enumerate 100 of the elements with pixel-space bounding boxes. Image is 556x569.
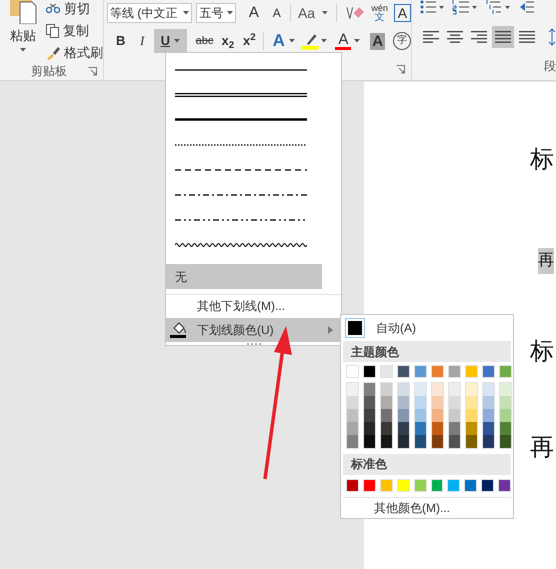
color-swatch[interactable] xyxy=(448,364,461,378)
color-swatch[interactable] xyxy=(432,396,443,409)
color-swatch[interactable] xyxy=(483,396,494,409)
bullet-list-icon[interactable] xyxy=(420,0,444,15)
color-swatch[interactable] xyxy=(364,434,375,448)
color-swatch[interactable] xyxy=(398,434,409,448)
color-swatch[interactable] xyxy=(364,382,375,396)
color-swatch[interactable] xyxy=(498,478,512,492)
eraser-icon[interactable] xyxy=(346,5,366,21)
color-swatch[interactable] xyxy=(414,364,427,378)
color-swatch[interactable] xyxy=(432,408,443,422)
color-swatch[interactable] xyxy=(415,434,426,448)
font-name-combo[interactable]: 等线 (中文正 xyxy=(107,3,192,23)
color-swatch[interactable] xyxy=(430,478,444,492)
color-swatch[interactable] xyxy=(347,408,358,422)
color-swatch[interactable] xyxy=(466,382,477,396)
color-swatch[interactable] xyxy=(466,408,477,422)
change-case-button[interactable]: Aa xyxy=(295,2,318,24)
color-swatch[interactable] xyxy=(415,422,426,435)
color-swatch[interactable] xyxy=(499,364,512,378)
color-swatch[interactable] xyxy=(364,396,375,409)
color-swatch[interactable] xyxy=(432,382,443,396)
color-swatch[interactable] xyxy=(414,478,427,492)
color-swatch[interactable] xyxy=(432,434,443,448)
grow-font-button[interactable]: A xyxy=(244,2,264,24)
bold-button[interactable]: B xyxy=(111,31,130,51)
character-border-button[interactable]: A xyxy=(394,4,412,22)
color-swatch[interactable] xyxy=(483,434,494,448)
phonetic-guide-button[interactable]: wén 文 xyxy=(371,4,388,22)
font-color-button[interactable]: A xyxy=(334,32,352,50)
color-swatch[interactable] xyxy=(449,434,460,448)
color-swatch[interactable] xyxy=(381,422,392,435)
color-swatch[interactable] xyxy=(346,364,359,378)
color-swatch[interactable] xyxy=(449,422,460,435)
color-swatch[interactable] xyxy=(347,434,358,448)
subscript-button[interactable]: x$_{2}$ xyxy=(218,31,238,51)
color-swatch[interactable] xyxy=(398,408,409,422)
numbered-list-icon[interactable] xyxy=(452,0,478,15)
paintbrush-icon[interactable] xyxy=(46,46,60,60)
color-swatch[interactable] xyxy=(500,434,511,448)
color-swatch[interactable] xyxy=(347,422,358,435)
color-swatch[interactable] xyxy=(397,364,410,378)
color-swatch[interactable] xyxy=(415,396,426,409)
color-swatch[interactable] xyxy=(449,408,460,422)
underline-button[interactable]: U xyxy=(154,29,187,53)
color-swatch[interactable] xyxy=(364,408,375,422)
paste-icon[interactable] xyxy=(8,0,38,24)
color-swatch[interactable] xyxy=(380,364,393,378)
italic-button[interactable]: I xyxy=(132,31,152,51)
format-painter-label[interactable]: 格式刷 xyxy=(64,43,103,63)
scissors-icon[interactable] xyxy=(46,4,60,14)
color-swatch[interactable] xyxy=(449,382,460,396)
color-swatch[interactable] xyxy=(347,382,358,396)
more-underlines-option[interactable]: 其他下划线(M)... xyxy=(166,294,341,318)
dialog-launcher-icon[interactable] xyxy=(88,66,97,76)
color-swatch[interactable] xyxy=(483,422,494,435)
color-swatch[interactable] xyxy=(431,364,444,378)
cut-label[interactable]: 剪切 xyxy=(64,0,90,19)
color-swatch[interactable] xyxy=(398,422,409,435)
color-swatch[interactable] xyxy=(380,478,393,492)
color-swatch[interactable] xyxy=(464,478,478,492)
color-swatch[interactable] xyxy=(415,408,426,422)
color-swatch[interactable] xyxy=(482,364,495,378)
color-swatch[interactable] xyxy=(481,478,494,492)
text-effects-button[interactable]: A xyxy=(270,28,288,54)
shrink-font-button[interactable]: A xyxy=(267,4,286,22)
color-swatch[interactable] xyxy=(500,422,511,435)
color-swatch[interactable] xyxy=(381,396,392,409)
color-swatch[interactable] xyxy=(381,408,392,422)
multilevel-list-icon[interactable] xyxy=(486,0,512,15)
paste-label[interactable]: 粘贴 xyxy=(10,29,36,42)
copy-icon[interactable] xyxy=(46,24,59,38)
dialog-launcher-icon[interactable] xyxy=(396,65,405,74)
color-swatch[interactable] xyxy=(381,382,392,396)
color-swatch[interactable] xyxy=(500,396,511,409)
line-spacing-icon[interactable] xyxy=(548,28,556,46)
no-underline-option[interactable]: 无 xyxy=(166,264,322,289)
color-swatch[interactable] xyxy=(346,478,359,492)
color-swatch[interactable] xyxy=(381,434,392,448)
color-swatch[interactable] xyxy=(483,408,494,422)
color-swatch[interactable] xyxy=(396,478,410,492)
color-swatch[interactable] xyxy=(483,382,494,396)
underline-color-option[interactable]: 下划线颜色(U) xyxy=(166,318,341,342)
decrease-indent-icon[interactable] xyxy=(520,0,534,15)
color-swatch[interactable] xyxy=(362,478,376,492)
color-swatch[interactable] xyxy=(466,422,477,435)
automatic-color-option[interactable]: 自动(A) xyxy=(343,316,511,340)
color-swatch[interactable] xyxy=(398,396,409,409)
color-swatch[interactable] xyxy=(398,382,409,396)
copy-label[interactable]: 复制 xyxy=(63,21,89,41)
color-swatch[interactable] xyxy=(466,396,477,409)
superscript-button[interactable]: x$^{2}$ xyxy=(240,31,260,51)
color-swatch[interactable] xyxy=(415,382,426,396)
color-swatch[interactable] xyxy=(500,382,511,396)
color-swatch[interactable] xyxy=(447,478,460,492)
color-swatch[interactable] xyxy=(466,434,477,448)
color-swatch[interactable] xyxy=(363,364,376,378)
color-swatch[interactable] xyxy=(500,408,511,422)
strikethrough-button[interactable]: abc xyxy=(192,32,216,50)
color-swatch[interactable] xyxy=(449,396,460,409)
